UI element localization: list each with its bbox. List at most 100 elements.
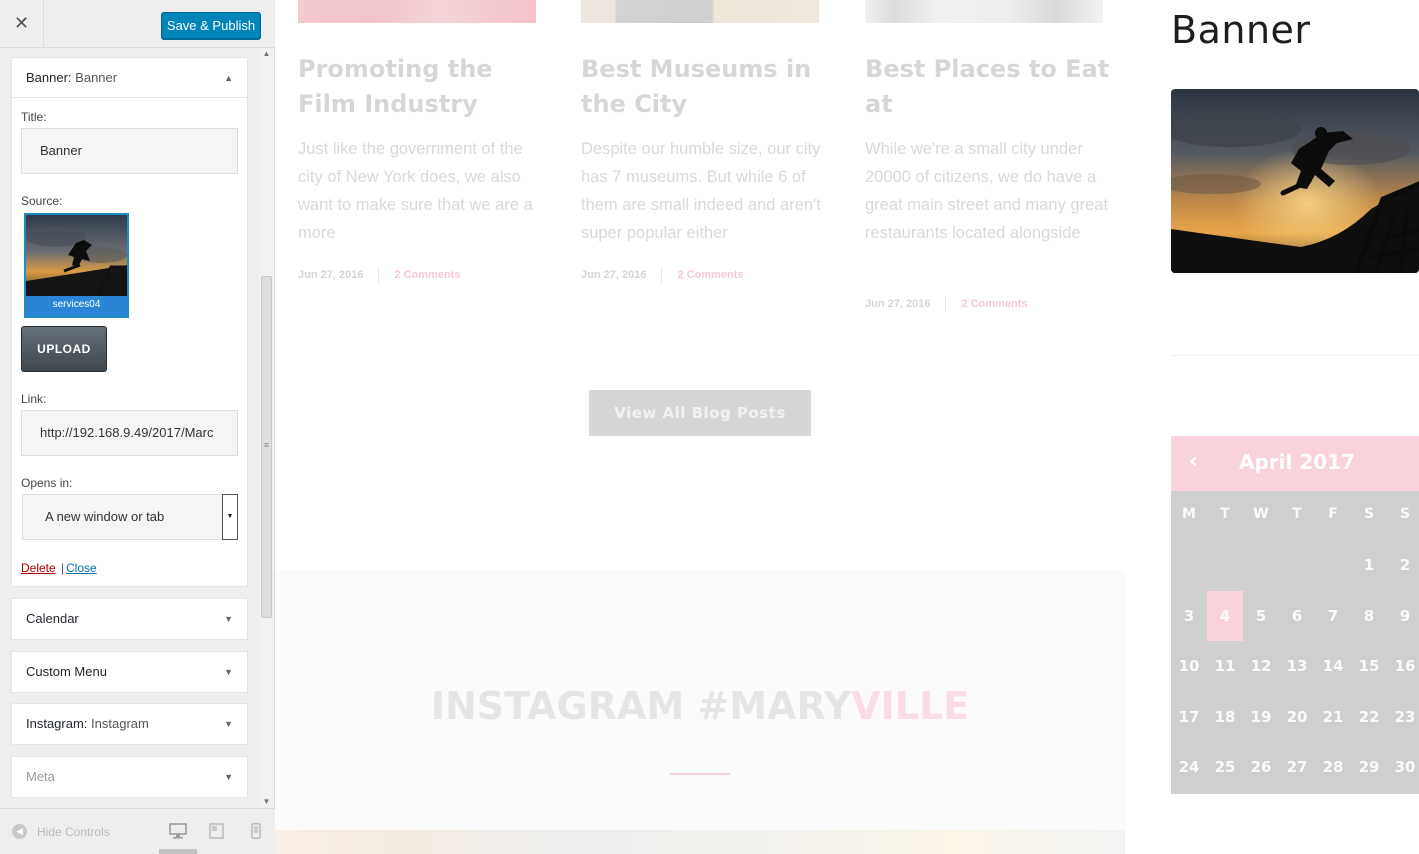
calendar-weekday: T <box>1220 506 1230 522</box>
view-all-posts-button[interactable]: View All Blog Posts <box>589 390 811 436</box>
custom-menu-widget-header: Custom Menu ▼ <box>12 652 247 692</box>
widget-name: Meta <box>26 769 55 784</box>
post-image[interactable] <box>581 0 819 23</box>
calendar-widget[interactable]: Calendar ▼ <box>11 598 248 640</box>
calendar-day[interactable]: 20 <box>1279 692 1315 742</box>
post-comments-link[interactable]: 2 Comments <box>677 269 743 281</box>
tablet-preview-icon[interactable] <box>208 823 226 839</box>
title-label: Title: <box>21 110 47 124</box>
banner-image[interactable] <box>1171 89 1419 273</box>
expand-arrow-icon[interactable]: ▼ <box>224 652 233 692</box>
calendar-day[interactable]: 14 <box>1315 641 1351 691</box>
calendar-day[interactable]: 1 <box>1351 540 1387 590</box>
calendar-day[interactable]: 6 <box>1279 591 1315 641</box>
customizer-footer: ◀ Hide Controls <box>0 808 275 854</box>
delete-link[interactable]: Delete <box>21 561 56 575</box>
post-image[interactable] <box>865 0 1103 23</box>
calendar-day[interactable]: 9 <box>1387 591 1419 641</box>
calendar-day[interactable]: 22 <box>1351 692 1387 742</box>
post-title[interactable]: Best Places to Eat at <box>865 52 1115 122</box>
link-input[interactable]: http://192.168.9.49/2017/Marc <box>21 410 238 456</box>
source-filename: services04 <box>26 296 127 316</box>
dropdown-arrow-icon[interactable]: ▼ <box>222 494 238 540</box>
calendar-day[interactable]: 12 <box>1243 641 1279 691</box>
post-meta: Jun 27, 2016 2 Comments <box>581 267 743 283</box>
calendar-day[interactable]: 19 <box>1243 692 1279 742</box>
calendar-weekday: T <box>1292 506 1302 522</box>
calendar-day[interactable]: 13 <box>1279 641 1315 691</box>
calendar-day[interactable]: 3 <box>1171 591 1207 641</box>
expand-arrow-icon[interactable]: ▼ <box>224 599 233 639</box>
meta-divider <box>378 267 380 283</box>
calendar-day[interactable]: 15 <box>1351 641 1387 691</box>
calendar-day[interactable]: 5 <box>1243 591 1279 641</box>
meta-divider <box>661 267 663 283</box>
calendar-day-today[interactable]: 4 <box>1207 590 1243 641</box>
title-input[interactable]: Banner <box>21 128 238 174</box>
widget-name: Instagram: <box>26 716 88 731</box>
calendar-day[interactable]: 25 <box>1207 742 1243 792</box>
post-image[interactable] <box>298 0 536 23</box>
calendar-day[interactable]: 8 <box>1351 591 1387 641</box>
opens-in-select[interactable]: A new window or tab ▼ <box>22 494 238 540</box>
post-title[interactable]: Best Museums in the City <box>581 52 831 122</box>
previous-month-icon[interactable]: ‹ <box>1189 436 1198 488</box>
hide-controls-button[interactable]: Hide Controls <box>37 825 110 839</box>
calendar-day[interactable]: 7 <box>1315 591 1351 641</box>
widget-name: Banner: <box>26 70 72 85</box>
widget-title: Banner <box>75 70 118 85</box>
desktop-preview-icon[interactable] <box>169 823 187 839</box>
meta-widget[interactable]: Meta ▼ <box>11 756 248 798</box>
calendar-month-title: April 2017 <box>1239 450 1355 474</box>
instagram-photo-strip[interactable] <box>275 830 1125 854</box>
post-title[interactable]: Promoting the Film Industry <box>298 52 548 122</box>
calendar-day[interactable]: 28 <box>1315 742 1351 792</box>
save-publish-button[interactable]: Save & Publish <box>161 12 261 39</box>
customizer-screen: ✕ Save & Publish ▲ ≡ ▼ Banner: Banner ▲ … <box>0 0 1419 854</box>
hide-controls-icon[interactable]: ◀ <box>12 824 27 839</box>
close-customizer-button[interactable]: ✕ <box>0 0 44 48</box>
calendar-widget-header: Calendar ▼ <box>12 599 247 639</box>
calendar-day[interactable]: 27 <box>1279 742 1315 792</box>
meta-widget-header: Meta ▼ <box>12 757 247 797</box>
calendar-day[interactable]: 29 <box>1351 742 1387 792</box>
site-preview: Promoting the Film Industry Just like th… <box>275 0 1419 854</box>
expand-arrow-icon[interactable]: ▼ <box>224 757 233 797</box>
post-date: Jun 27, 2016 <box>298 268 364 281</box>
calendar-day[interactable]: 16 <box>1387 641 1419 691</box>
post-date: Jun 27, 2016 <box>865 297 931 310</box>
instagram-widget[interactable]: Instagram: Instagram ▼ <box>11 703 248 745</box>
link-label: Link: <box>21 392 47 406</box>
scroll-up-arrow-icon[interactable]: ▲ <box>259 48 274 60</box>
post-comments-link[interactable]: 2 Comments <box>394 269 460 281</box>
upload-button[interactable]: UPLOAD <box>21 326 107 372</box>
calendar-day[interactable]: 18 <box>1207 692 1243 742</box>
scroll-down-arrow-icon[interactable]: ▼ <box>259 796 274 808</box>
source-image-thumbnail[interactable]: services04 <box>24 213 129 318</box>
calendar-day[interactable]: 11 <box>1207 641 1243 691</box>
calendar-day[interactable]: 10 <box>1171 641 1207 691</box>
post-comments-link[interactable]: 2 Comments <box>961 298 1027 310</box>
banner-widget-title: Banner <box>1171 8 1311 52</box>
calendar-day[interactable]: 21 <box>1315 692 1351 742</box>
banner-widget-header[interactable]: Banner: Banner ▲ <box>12 58 247 98</box>
collapse-arrow-icon[interactable]: ▲ <box>224 58 233 98</box>
custom-menu-widget[interactable]: Custom Menu ▼ <box>11 651 248 693</box>
expand-arrow-icon[interactable]: ▼ <box>224 704 233 744</box>
scroll-thumb[interactable]: ≡ <box>261 276 272 618</box>
post-meta: Jun 27, 2016 2 Comments <box>298 267 460 283</box>
mobile-preview-icon[interactable] <box>248 823 266 839</box>
active-device-indicator <box>159 849 197 854</box>
sidebar-divider <box>1171 355 1419 356</box>
calendar-day[interactable]: 23 <box>1387 692 1419 742</box>
opens-in-label: Opens in: <box>21 476 73 490</box>
calendar-day[interactable]: 17 <box>1171 692 1207 742</box>
instagram-widget-header: Instagram: Instagram ▼ <box>12 704 247 744</box>
calendar-day[interactable]: 26 <box>1243 742 1279 792</box>
sidebar-scrollbar[interactable]: ▲ ≡ ▼ <box>259 48 274 808</box>
calendar-day[interactable]: 24 <box>1171 742 1207 792</box>
calendar-header: April 2017 ‹ <box>1171 436 1419 491</box>
calendar-day[interactable]: 2 <box>1387 540 1419 590</box>
calendar-day[interactable]: 30 <box>1387 742 1419 792</box>
close-link[interactable]: Close <box>66 561 97 575</box>
